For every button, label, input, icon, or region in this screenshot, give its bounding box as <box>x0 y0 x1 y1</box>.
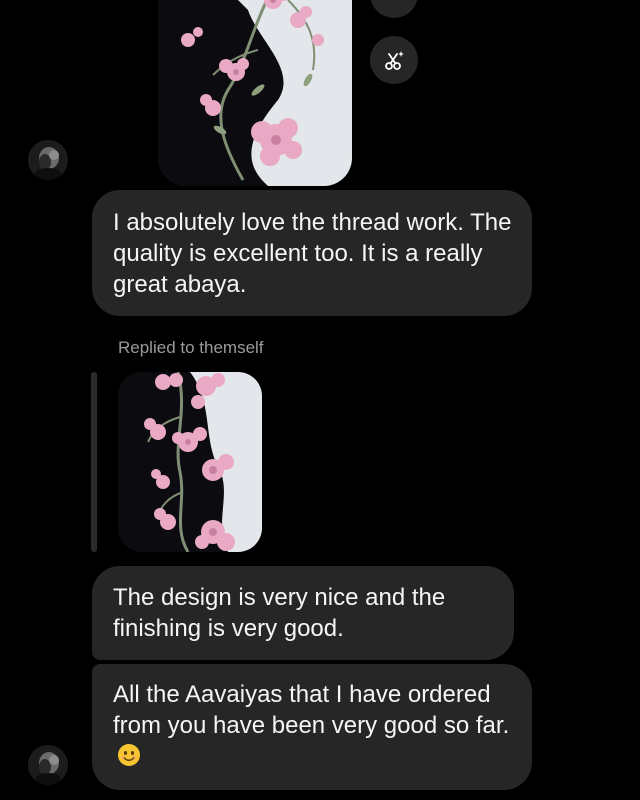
sender-avatar[interactable] <box>28 140 68 180</box>
embroidery-image <box>158 0 352 186</box>
photo-message[interactable] <box>158 0 352 186</box>
sender-avatar[interactable] <box>28 745 68 785</box>
smiling-face-emoji <box>117 743 141 767</box>
message-text: All the Aavaiyas that I have ordered fro… <box>113 681 510 739</box>
share-button[interactable] <box>370 0 418 18</box>
replied-photo-message[interactable] <box>118 372 262 552</box>
reply-quote-bar <box>91 372 97 552</box>
message-bubble[interactable]: I absolutely love the thread work. The q… <box>92 190 532 316</box>
message-text: The design is very nice and the finishin… <box>113 584 446 642</box>
message-bubble[interactable]: All the Aavaiyas that I have ordered fro… <box>92 664 532 790</box>
ai-restyle-button[interactable] <box>370 36 418 84</box>
avatar-photo <box>28 745 68 785</box>
avatar-photo <box>28 140 68 180</box>
reply-label: Replied to themself <box>118 338 264 357</box>
embroidery-image <box>118 372 262 552</box>
message-bubble[interactable]: The design is very nice and the finishin… <box>92 566 514 660</box>
ai-restyle-icon <box>385 51 404 70</box>
share-icon <box>381 0 407 7</box>
message-text: I absolutely love the thread work. The q… <box>113 209 512 298</box>
